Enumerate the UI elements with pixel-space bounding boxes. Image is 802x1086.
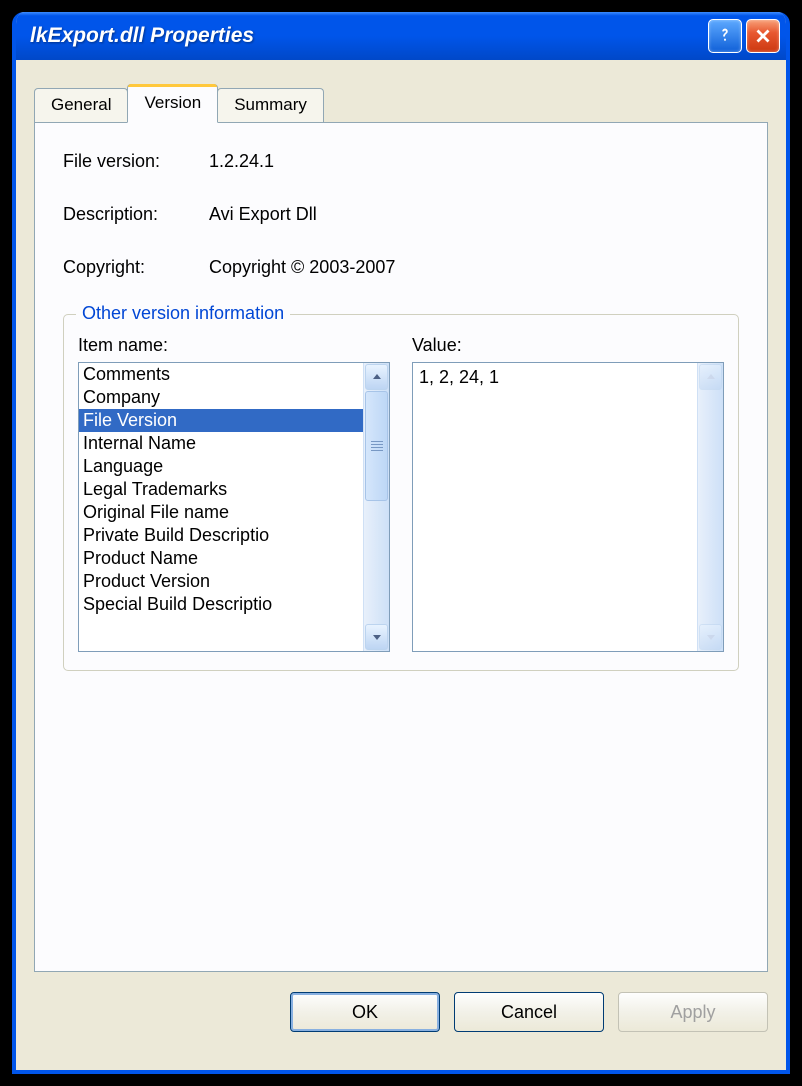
scroll-up-button[interactable]	[365, 364, 388, 390]
list-item[interactable]: Company	[79, 386, 363, 409]
item-name-listbox[interactable]: Comments Company File Version Internal N…	[78, 362, 390, 652]
scroll-down-button	[699, 624, 722, 650]
tab-version[interactable]: Version	[127, 84, 218, 123]
value-column: Value: 1, 2, 24, 1	[412, 335, 724, 652]
version-info: File version: 1.2.24.1 Description: Avi …	[63, 151, 739, 278]
value-text: 1, 2, 24, 1	[413, 363, 697, 651]
description-value: Avi Export Dll	[209, 204, 317, 225]
scroll-thumb[interactable]	[365, 391, 388, 501]
list-item[interactable]: Product Name	[79, 547, 363, 570]
tab-summary[interactable]: Summary	[217, 88, 324, 122]
tabs-row: General Version Summary	[34, 84, 768, 122]
tab-content-version: File version: 1.2.24.1 Description: Avi …	[34, 122, 768, 972]
value-label: Value:	[412, 335, 724, 356]
copyright-label: Copyright:	[63, 257, 209, 278]
file-version-row: File version: 1.2.24.1	[63, 151, 739, 172]
window-title: lkExport.dll Properties	[30, 24, 254, 48]
scroll-down-button[interactable]	[365, 624, 388, 650]
list-item[interactable]: Special Build Descriptio	[79, 593, 363, 616]
scroll-up-button	[699, 364, 722, 390]
list-item[interactable]: Legal Trademarks	[79, 478, 363, 501]
file-version-label: File version:	[63, 151, 209, 172]
other-version-info-group: Other version information Item name: Com…	[63, 314, 739, 671]
apply-button: Apply	[618, 992, 768, 1032]
tab-label: Version	[144, 93, 201, 112]
list-item[interactable]: Comments	[79, 363, 363, 386]
grip-icon	[371, 441, 383, 451]
listbox-row: Item name: Comments Company File Version…	[78, 335, 724, 652]
tab-label: General	[51, 95, 111, 114]
listbox-items: Comments Company File Version Internal N…	[79, 363, 363, 651]
question-mark-icon	[714, 25, 736, 47]
description-label: Description:	[63, 204, 209, 225]
titlebar[interactable]: lkExport.dll Properties	[16, 12, 786, 60]
file-version-value: 1.2.24.1	[209, 151, 274, 172]
list-item-selected[interactable]: File Version	[79, 409, 363, 432]
dialog-buttons: OK Cancel Apply	[34, 992, 768, 1032]
list-item[interactable]: Internal Name	[79, 432, 363, 455]
chevron-down-icon	[371, 631, 383, 643]
properties-dialog: lkExport.dll Properties General Version …	[12, 12, 790, 1074]
list-item[interactable]: Private Build Descriptio	[79, 524, 363, 547]
list-item[interactable]: Product Version	[79, 570, 363, 593]
cancel-button[interactable]: Cancel	[454, 992, 604, 1032]
close-icon	[752, 25, 774, 47]
chevron-down-icon	[705, 631, 717, 643]
tab-general[interactable]: General	[34, 88, 128, 122]
ok-button[interactable]: OK	[290, 992, 440, 1032]
list-item[interactable]: Language	[79, 455, 363, 478]
close-button[interactable]	[746, 19, 780, 53]
copyright-value: Copyright © 2003-2007	[209, 257, 395, 278]
scrollbar	[697, 363, 723, 651]
tab-label: Summary	[234, 95, 307, 114]
description-row: Description: Avi Export Dll	[63, 204, 739, 225]
scrollbar[interactable]	[363, 363, 389, 651]
value-display: 1, 2, 24, 1	[412, 362, 724, 652]
chevron-up-icon	[705, 371, 717, 383]
help-button[interactable]	[708, 19, 742, 53]
item-name-column: Item name: Comments Company File Version…	[78, 335, 390, 652]
copyright-row: Copyright: Copyright © 2003-2007	[63, 257, 739, 278]
client-area: General Version Summary File version: 1.…	[16, 60, 786, 1070]
chevron-up-icon	[371, 371, 383, 383]
titlebar-buttons	[708, 19, 780, 53]
item-name-label: Item name:	[78, 335, 390, 356]
list-item[interactable]: Original File name	[79, 501, 363, 524]
group-title: Other version information	[76, 303, 290, 324]
